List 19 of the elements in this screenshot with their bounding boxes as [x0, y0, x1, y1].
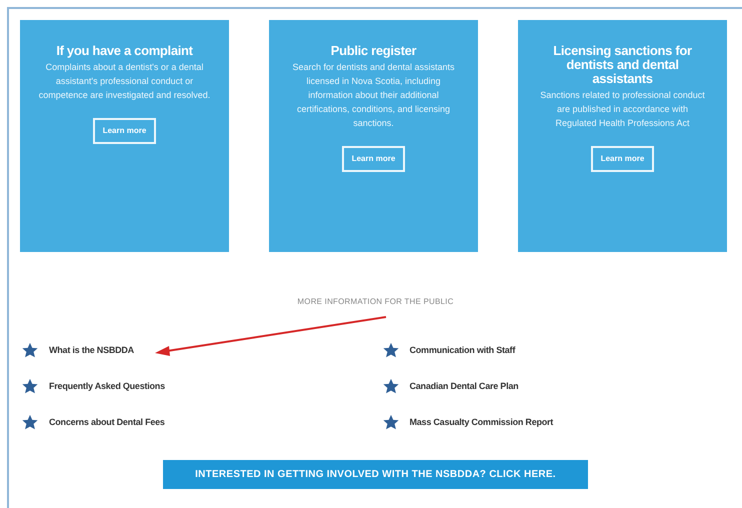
card-title: Licensing sanctions for dentists and dental assistants	[552, 44, 693, 86]
info-link[interactable]: Concerns about Dental Fees	[49, 416, 165, 430]
card-title: If you have a complaint	[56, 44, 193, 58]
card-text: Complaints about a dentist's or a dental assistant's professional conduct or competence are investigated and resolved.	[38, 61, 211, 102]
star-icon	[382, 414, 400, 432]
info-link[interactable]: Frequently Asked Questions	[49, 380, 165, 394]
star-icon	[382, 342, 400, 360]
info-link[interactable]: Communication with Staff	[410, 344, 516, 358]
star-icon	[21, 414, 39, 432]
info-link[interactable]: Canadian Dental Care Plan	[410, 380, 518, 394]
card-title: Public register	[330, 44, 416, 58]
card-text: Search for dentists and dental assistants licensed in Nova Scotia, including information about their additional certifications, conditions, and licensing sanctions.	[291, 61, 456, 130]
info-link[interactable]: Mass Casualty Commission Report	[410, 416, 554, 430]
star-icon	[382, 378, 400, 396]
card-text: Sanctions related to professional conduct are published in accordance with Regulated Health Professions Act	[539, 89, 706, 130]
section-heading: MORE INFORMATION FOR THE PUBLIC	[297, 296, 454, 308]
info-link[interactable]: What is the NSBDDA	[49, 344, 134, 358]
star-icon	[21, 342, 39, 360]
star-icon	[21, 378, 39, 396]
